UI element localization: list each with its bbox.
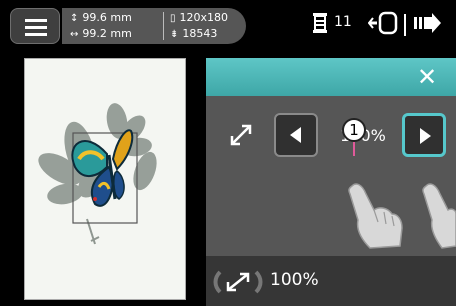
width-value: 99.2 mm	[82, 27, 132, 40]
stitch-count: 18543	[182, 27, 218, 40]
thread-spool-icon[interactable]	[312, 12, 328, 38]
height-icon: ↕	[70, 13, 79, 24]
hamburger-icon	[25, 19, 47, 22]
height-value: 99.6 mm	[82, 11, 132, 24]
scale-readout: 100%	[210, 262, 330, 302]
width-icon: ↔	[70, 29, 79, 40]
next-arrow-icon[interactable]	[412, 10, 442, 40]
stitch-readout: ⇟ 18543	[170, 27, 217, 40]
diagonal-resize-icon	[230, 124, 252, 146]
callout-line	[353, 142, 355, 156]
triangle-left-icon	[290, 127, 301, 143]
scale-up-button[interactable]	[402, 113, 446, 157]
design-preview[interactable]	[24, 58, 186, 300]
design-info: ↕ 99.6 mm ↔ 99.2 mm ▯ 120x180 ⇟ 18543	[62, 8, 246, 44]
width-readout: ↔ 99.2 mm	[70, 27, 132, 40]
stitch-icon: ⇟	[170, 29, 179, 40]
panel-header: ✕	[206, 58, 456, 96]
hoop-size: 120x180	[179, 11, 229, 24]
status-bar: ↕ 99.6 mm ↔ 99.2 mm ▯ 120x180 ⇟ 18543 11	[0, 0, 456, 50]
menu-button[interactable]	[10, 8, 60, 44]
hamburger-icon-bar	[25, 26, 47, 29]
butterfly-design-image	[38, 103, 157, 245]
hoop-move-icon[interactable]	[367, 10, 398, 40]
callout-number: 1	[342, 118, 366, 142]
hand-pointer-icon	[348, 183, 403, 249]
info-divider	[163, 12, 164, 40]
hoop-readout: ▯ 120x180	[170, 11, 228, 24]
close-icon[interactable]: ✕	[412, 62, 442, 92]
status-divider	[404, 14, 406, 36]
thread-count: 11	[334, 14, 352, 30]
scale-down-button[interactable]	[274, 113, 318, 157]
hand-pointer-icon-2	[422, 183, 456, 249]
hamburger-icon-bar	[25, 33, 47, 36]
hoop-icon: ▯	[170, 13, 176, 24]
triangle-right-icon	[420, 128, 431, 144]
height-readout: ↕ 99.6 mm	[70, 11, 132, 24]
scale-readout-icon	[213, 270, 263, 294]
footer-scale-value: 100%	[270, 270, 319, 290]
